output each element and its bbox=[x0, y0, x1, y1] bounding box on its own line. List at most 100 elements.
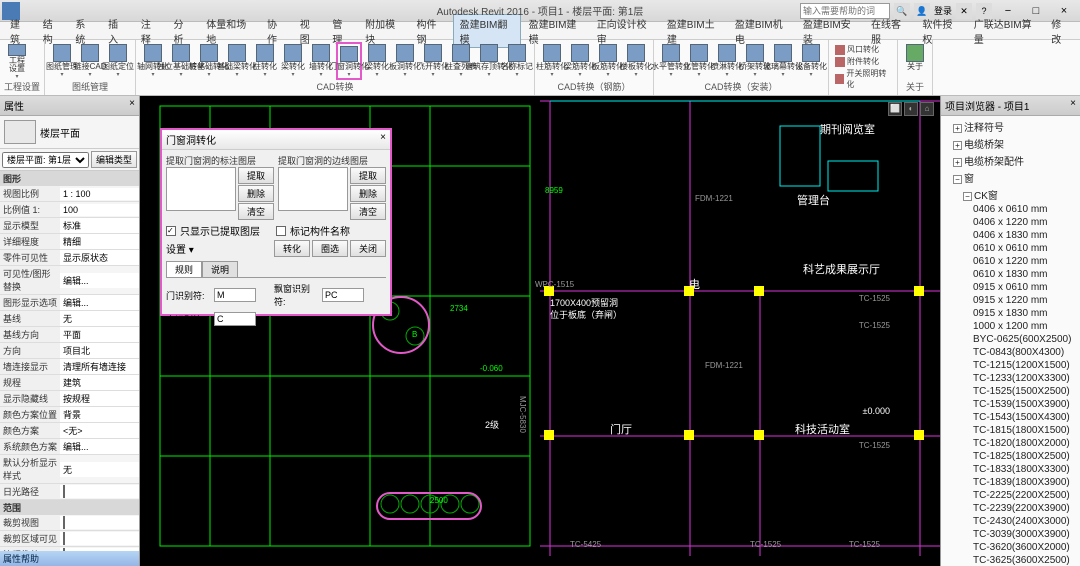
tree-leaf[interactable]: TC-1525(1500X2500) bbox=[943, 385, 1078, 398]
select-button[interactable]: 圈选 bbox=[312, 240, 348, 257]
edit-type-button[interactable]: 编辑类型 bbox=[91, 151, 137, 168]
tree-node[interactable]: −窗 bbox=[943, 169, 1078, 186]
tree-leaf[interactable]: TC-3625(3600X2500) bbox=[943, 554, 1078, 566]
tree-leaf[interactable]: 0406 x 1830 mm bbox=[943, 229, 1078, 242]
ribbon-btn-2-1[interactable]: 独立基础转化▾ bbox=[168, 42, 194, 80]
tree-leaf[interactable]: 0406 x 1220 mm bbox=[943, 216, 1078, 229]
props-row[interactable]: 规程建筑 bbox=[0, 375, 139, 391]
nav-wheel-icon[interactable]: ◐ bbox=[904, 102, 918, 116]
tree-leaf[interactable]: 0915 x 1830 mm bbox=[943, 307, 1078, 320]
delete-button-right[interactable]: 删除 bbox=[350, 185, 386, 202]
tree-node[interactable]: −CK窗 bbox=[943, 186, 1078, 203]
props-row[interactable]: 裁剪区域可见 bbox=[0, 531, 139, 547]
props-row[interactable]: 日光路径 bbox=[0, 484, 139, 500]
tab-description[interactable]: 说明 bbox=[202, 261, 238, 277]
props-row[interactable]: 可见性/图形替换编辑... bbox=[0, 266, 139, 295]
tree-leaf[interactable]: TC-0843(800X4300) bbox=[943, 346, 1078, 359]
props-row[interactable]: 图形显示选项编辑... bbox=[0, 295, 139, 311]
props-row[interactable]: 显示隐藏线按规程 bbox=[0, 391, 139, 407]
ribbon-btn-2-9[interactable]: 板洞转化▾ bbox=[392, 42, 418, 80]
door-id-input[interactable] bbox=[214, 288, 256, 302]
tree-node[interactable]: +电缆桥架 bbox=[943, 135, 1078, 152]
instance-selector[interactable]: 楼层平面: 第1层 bbox=[2, 152, 89, 168]
delete-button-left[interactable]: 删除 bbox=[238, 185, 274, 202]
right-layer-list[interactable] bbox=[278, 167, 348, 211]
props-row[interactable]: 详细程度精细 bbox=[0, 234, 139, 250]
ribbon-btn-1-0[interactable]: 图纸管理▾ bbox=[49, 42, 75, 80]
ribbon-btn-2-13[interactable]: 名称标记▾ bbox=[504, 42, 530, 80]
tree-leaf[interactable]: TC-1215(1200X1500) bbox=[943, 359, 1078, 372]
extract-button-right[interactable]: 提取 bbox=[350, 167, 386, 184]
ribbon-btn-3-3[interactable]: 楼板转化▾ bbox=[623, 42, 649, 80]
ribbon-btn-1-2[interactable]: 图纸定位▾ bbox=[105, 42, 131, 80]
tab-rule[interactable]: 规则 bbox=[166, 261, 202, 277]
tree-leaf[interactable]: 1000 x 1200 mm bbox=[943, 320, 1078, 333]
tree-leaf[interactable]: TC-1543(1500X4300) bbox=[943, 411, 1078, 424]
tree-leaf[interactable]: TC-3620(3600X2000) bbox=[943, 541, 1078, 554]
tree-node[interactable]: +注释符号 bbox=[943, 118, 1078, 135]
ribbon-btn-0-0[interactable]: 工程设置▾ bbox=[4, 42, 30, 80]
clear-button-left[interactable]: 清空 bbox=[238, 203, 274, 220]
ribbon-btn-2-3[interactable]: 基础梁转化▾ bbox=[224, 42, 250, 80]
ribbon-btn-1-1[interactable]: 链接CAD▾ bbox=[77, 42, 103, 80]
ribbon-btn-2-7[interactable]: 门窗洞转化▾ bbox=[336, 42, 362, 80]
ribbon-small-2[interactable]: 开关照明转化 bbox=[835, 68, 891, 90]
props-row[interactable]: 比例值 1:100 bbox=[0, 202, 139, 218]
tree-leaf[interactable]: 0406 x 0610 mm bbox=[943, 203, 1078, 216]
tree-leaf[interactable]: TC-1820(1800X2000) bbox=[943, 437, 1078, 450]
tree-leaf[interactable]: TC-2225(2200X2500) bbox=[943, 489, 1078, 502]
tree-leaf[interactable]: 0610 x 0610 mm bbox=[943, 242, 1078, 255]
properties-close-icon[interactable]: × bbox=[129, 98, 135, 113]
tree-leaf[interactable]: TC-3039(3000X3900) bbox=[943, 528, 1078, 541]
tree-leaf[interactable]: 0610 x 1830 mm bbox=[943, 268, 1078, 281]
props-row[interactable]: 颜色方案<无> bbox=[0, 423, 139, 439]
ribbon-btn-2-0[interactable]: 轴网转化▾ bbox=[140, 42, 166, 80]
tree-leaf[interactable]: 0915 x 0610 mm bbox=[943, 281, 1078, 294]
extract-button-left[interactable]: 提取 bbox=[238, 167, 274, 184]
props-row[interactable]: 系统颜色方案编辑... bbox=[0, 439, 139, 455]
props-row[interactable]: 视图比例1 : 100 bbox=[0, 186, 139, 202]
browser-close-icon[interactable]: × bbox=[1070, 98, 1076, 113]
menu-21[interactable]: 修改 bbox=[1045, 15, 1076, 47]
close-button-dlg[interactable]: 关闭 bbox=[350, 240, 386, 257]
tree-node[interactable]: +电缆桥架配件 bbox=[943, 152, 1078, 169]
ribbon-btn-3-2[interactable]: 板筋转化▾ bbox=[595, 42, 621, 80]
show-extracted-checkbox[interactable] bbox=[166, 226, 176, 236]
dialog-close-icon[interactable]: × bbox=[380, 132, 386, 147]
props-row[interactable]: 基线方向平面 bbox=[0, 327, 139, 343]
tree-leaf[interactable]: TC-1833(1800X3300) bbox=[943, 463, 1078, 476]
ribbon-btn-2-10[interactable]: 飞开转化▾ bbox=[420, 42, 446, 80]
tree-leaf[interactable]: TC-1815(1800X1500) bbox=[943, 424, 1078, 437]
ribbon-btn-2-8[interactable]: 梁转化▾ bbox=[364, 42, 390, 80]
ribbon-btn-2-12[interactable]: 建筑存顶转化▾ bbox=[476, 42, 502, 80]
ribbon-btn-2-11[interactable]: 柱査列表▾ bbox=[448, 42, 474, 80]
ribbon-small-1[interactable]: 附件转化 bbox=[835, 56, 891, 67]
ribbon-btn-3-0[interactable]: 柱筋转化▾ bbox=[539, 42, 565, 80]
props-row[interactable]: 方向项目北 bbox=[0, 343, 139, 359]
dialog-titlebar[interactable]: 门窗洞转化 × bbox=[162, 130, 390, 150]
tree-leaf[interactable]: 0915 x 1220 mm bbox=[943, 294, 1078, 307]
props-row[interactable]: 默认分析显示样式无 bbox=[0, 455, 139, 484]
tree-leaf[interactable]: TC-1539(1500X3900) bbox=[943, 398, 1078, 411]
props-row[interactable]: 显示模型标准 bbox=[0, 218, 139, 234]
browser-tree[interactable]: +注释符号+电缆桥架+电缆桥架配件−窗−CK窗0406 x 0610 mm040… bbox=[941, 116, 1080, 566]
tree-leaf[interactable]: TC-1839(1800X3900) bbox=[943, 476, 1078, 489]
viewcube-icon[interactable]: ⬜ bbox=[888, 102, 902, 116]
tree-leaf[interactable]: TC-1233(1200X3300) bbox=[943, 372, 1078, 385]
settings-link[interactable]: 设置 ▾ bbox=[166, 241, 194, 256]
ribbon-btn-3-1[interactable]: 梁筋转化▾ bbox=[567, 42, 593, 80]
tree-leaf[interactable]: TC-2239(2200X3900) bbox=[943, 502, 1078, 515]
ribbon-btn-4-2[interactable]: 喷淋转化▾ bbox=[714, 42, 740, 80]
tree-leaf[interactable]: TC-1825(1800X2500) bbox=[943, 450, 1078, 463]
ribbon-btn-4-5[interactable]: 设备转化▾ bbox=[798, 42, 824, 80]
props-row[interactable]: 墙连接显示清理所有墙连接 bbox=[0, 359, 139, 375]
clear-button-right[interactable]: 清空 bbox=[350, 203, 386, 220]
ribbon-btn-2-6[interactable]: 墙转化▾ bbox=[308, 42, 334, 80]
properties-help[interactable]: 属性帮助 bbox=[0, 551, 139, 566]
ribbon-btn-4-4[interactable]: 玻璃幕转化▾ bbox=[770, 42, 796, 80]
tree-leaf[interactable]: TC-2430(2400X3000) bbox=[943, 515, 1078, 528]
props-row[interactable]: 裁剪视图 bbox=[0, 515, 139, 531]
menu-20[interactable]: 广联达BIM算量 bbox=[968, 15, 1043, 47]
props-row[interactable]: 零件可见性显示原状态 bbox=[0, 250, 139, 266]
props-row[interactable]: 基线无 bbox=[0, 311, 139, 327]
